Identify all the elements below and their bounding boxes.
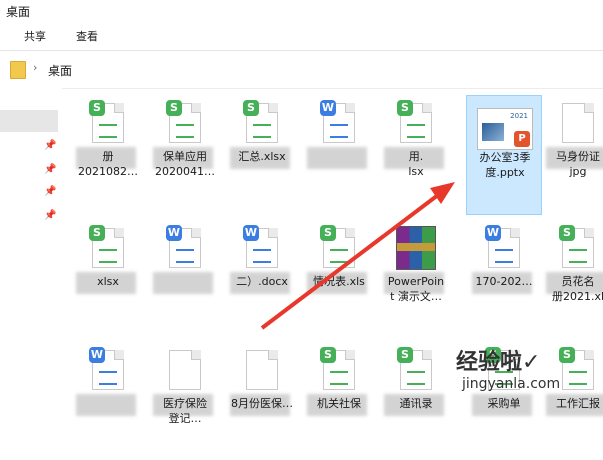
watermark: 经验啦✓ jingyanla.com [456,344,603,401]
annotation-arrow [260,182,455,330]
watermark-text: 经验啦✓ [456,350,541,375]
watermark-url: jingyanla.com [462,376,561,392]
